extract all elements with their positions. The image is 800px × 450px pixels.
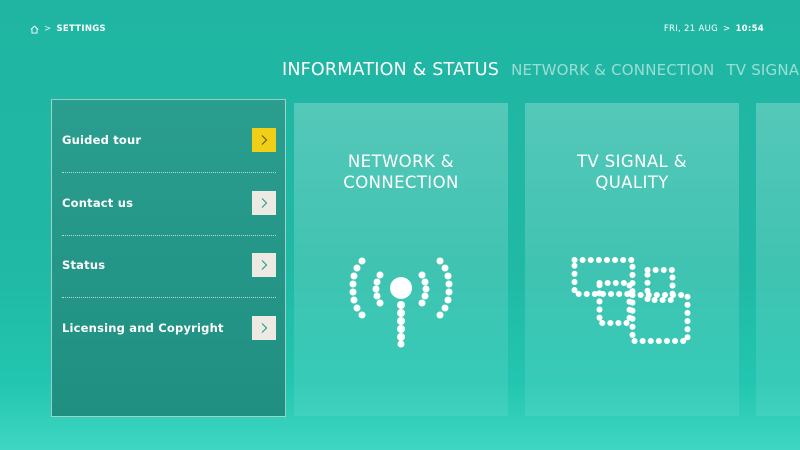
date-time: FRI, 21 AUG > 10:54 [664,24,764,34]
contact-us-arrow-button[interactable] [252,191,276,215]
status-arrow-button[interactable] [252,253,276,277]
tab-information-status[interactable]: INFORMATION & STATUS [282,60,499,80]
breadcrumb-settings[interactable]: SETTINGS [56,24,106,34]
next-card[interactable] [756,103,800,416]
tv-signal-quality-icon [571,257,691,344]
tab-tv-signal[interactable]: TV SIGNA [726,61,799,79]
menu-item-label: Guided tour [62,133,142,147]
home-icon[interactable] [30,25,39,34]
menu-item-status[interactable]: Status [62,245,276,285]
card-title-line: QUALITY [595,173,669,192]
menu-divider [62,297,276,298]
date-label: FRI, 21 AUG [663,24,718,34]
tv-signal-quality-card[interactable]: TV SIGNAL & QUALITY [525,103,739,416]
card-title-line: NETWORK & [347,152,455,171]
menu-item-guided-tour[interactable]: Guided tour [62,120,276,160]
top-bar: > SETTINGS FRI, 21 AUG > 10:54 [30,24,764,40]
wifi-signal-icon [349,257,453,348]
tab-network-connection[interactable]: NETWORK & CONNECTION [511,61,714,79]
chevron-right-icon [261,260,268,270]
menu-item-label: Status [62,258,106,272]
breadcrumb-separator: > [44,24,52,34]
menu-item-contact-us[interactable]: Contact us [62,183,276,223]
info-menu-panel: Guided tour Contact us Status Licensing … [51,99,286,417]
chevron-right-icon [261,135,268,145]
menu-item-label: Licensing and Copyright [62,321,224,335]
chevron-right-icon [261,323,268,333]
menu-item-licensing[interactable]: Licensing and Copyright [62,308,276,348]
breadcrumb: > SETTINGS [30,24,106,34]
chevron-right-icon [261,198,268,208]
time-label: 10:54 [735,24,764,34]
tab-bar: INFORMATION & STATUS NETWORK & CONNECTIO… [282,60,799,84]
menu-item-label: Contact us [62,196,134,210]
date-time-separator: > [723,24,731,34]
card-title-line: CONNECTION [343,173,459,192]
menu-divider [62,172,276,173]
licensing-arrow-button[interactable] [252,316,276,340]
menu-divider [62,235,276,236]
network-connection-card[interactable]: NETWORK & CONNECTION [294,103,508,416]
card-title: NETWORK & CONNECTION [294,151,508,193]
guided-tour-arrow-button[interactable] [252,128,276,152]
card-title: TV SIGNAL & QUALITY [525,151,739,193]
card-title-line: TV SIGNAL & [576,152,688,171]
